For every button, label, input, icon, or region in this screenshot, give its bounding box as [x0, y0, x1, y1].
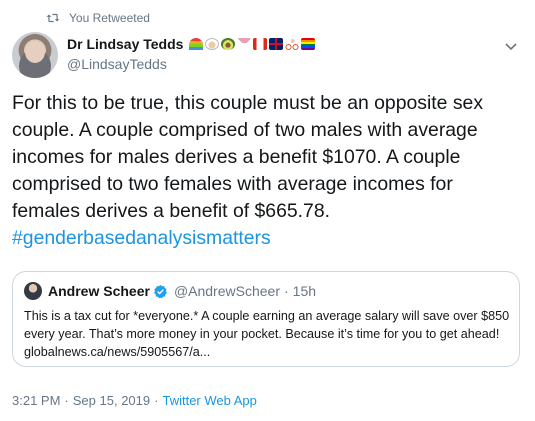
tweet-metadata: 3:21 PM · Sep 15, 2019 · Twitter Web App [12, 393, 257, 408]
cyclist-icon [285, 38, 300, 50]
retweet-label: You Retweeted [69, 11, 150, 25]
meta-separator-2: · [154, 393, 159, 408]
canada-flag-icon [253, 38, 268, 50]
health-worker-icon [205, 38, 220, 50]
author-avatar[interactable] [12, 32, 58, 78]
quoted-tweet-text: This is a tax cut for *everyone.* A coup… [24, 309, 510, 359]
chevron-down-icon[interactable] [505, 38, 517, 51]
tweet-header: Dr Lindsay Tedds @LindsayTedds [12, 32, 523, 78]
author-names: Dr Lindsay Tedds @LindsayTedds [67, 35, 316, 72]
cocktail-icon [237, 38, 252, 50]
quoted-tweet[interactable]: Andrew Scheer @AndrewScheer · 15h This i… [12, 271, 520, 367]
verified-badge-icon [153, 284, 168, 299]
uk-flag-icon [269, 38, 284, 50]
tweet-date[interactable]: Sep 15, 2019 [73, 393, 150, 408]
name-emojis [189, 38, 316, 50]
author-display-name[interactable]: Dr Lindsay Tedds [67, 36, 183, 52]
tweet-time[interactable]: 3:21 PM [12, 393, 60, 408]
retweet-indicator: You Retweeted [45, 10, 150, 26]
tweet-source-link[interactable]: Twitter Web App [162, 393, 256, 408]
quoted-timestamp: 15h [292, 283, 317, 299]
meta-separator: · [64, 393, 69, 408]
quoted-author-handle: @AndrewScheer [173, 283, 280, 299]
tweet-text: For this to be true, this couple must be… [12, 92, 484, 222]
retweet-icon [45, 11, 61, 25]
avocado-icon [221, 38, 236, 50]
rainbow-flag-icon [301, 38, 316, 50]
quoted-author-name: Andrew Scheer [48, 283, 150, 299]
quoted-author-avatar [24, 282, 42, 300]
hashtag-link[interactable]: #genderbasedanalysismatters [12, 227, 271, 249]
rainbow-icon [189, 38, 204, 50]
display-name-row: Dr Lindsay Tedds [67, 35, 316, 53]
quoted-tweet-header: Andrew Scheer @AndrewScheer · 15h [24, 282, 508, 300]
quoted-separator: · [283, 283, 289, 299]
tweet-body: For this to be true, this couple must be… [12, 90, 517, 252]
author-handle[interactable]: @LindsayTedds [67, 56, 315, 72]
